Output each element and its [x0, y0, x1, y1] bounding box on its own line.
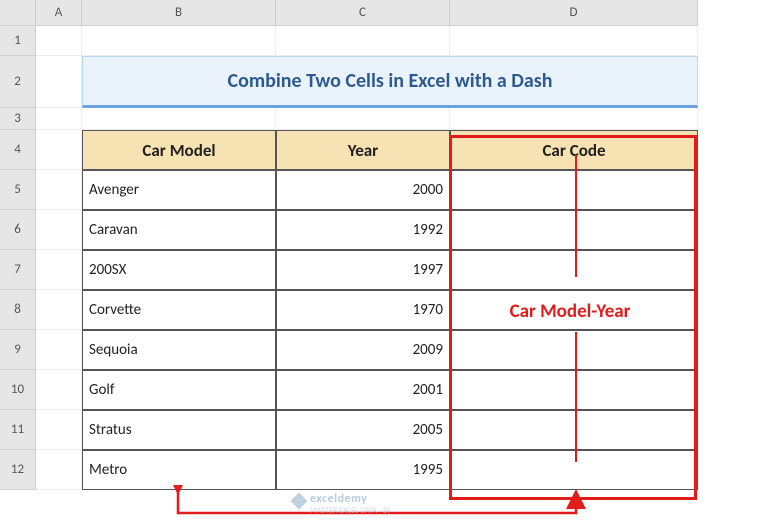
cell-a8[interactable]	[36, 290, 82, 330]
cell-model-12[interactable]: Metro	[82, 450, 276, 490]
watermark-subtitle: MASTER EXCEL DATA - BI	[310, 506, 389, 516]
col-header-b[interactable]: B	[82, 0, 276, 26]
row-header-1[interactable]: 1	[0, 26, 36, 56]
cell-year-12[interactable]: 1995	[276, 450, 450, 490]
cell-model-10[interactable]: Golf	[82, 370, 276, 410]
cell-model-5[interactable]: Avenger	[82, 170, 276, 210]
row-header-8[interactable]: 8	[0, 290, 36, 330]
cell-year-11[interactable]: 2005	[276, 410, 450, 450]
row-header-6[interactable]: 6	[0, 210, 36, 250]
cell-model-9[interactable]: Sequoia	[82, 330, 276, 370]
connector-arrows	[36, 485, 736, 531]
row-header-11[interactable]: 11	[0, 410, 36, 450]
row-header-10[interactable]: 10	[0, 370, 36, 410]
cell-a3[interactable]	[36, 108, 82, 130]
cell-model-11[interactable]: Stratus	[82, 410, 276, 450]
cell-a6[interactable]	[36, 210, 82, 250]
cell-code-6[interactable]	[450, 210, 698, 250]
row-header-2[interactable]: 2	[0, 56, 36, 108]
cell-c3[interactable]	[276, 108, 450, 130]
cell-a11[interactable]	[36, 410, 82, 450]
row-header-3[interactable]: 3	[0, 108, 36, 130]
cell-model-8[interactable]: Corvette	[82, 290, 276, 330]
select-all-corner[interactable]	[0, 0, 36, 26]
cell-year-10[interactable]: 2001	[276, 370, 450, 410]
cell-a5[interactable]	[36, 170, 82, 210]
cell-c1[interactable]	[276, 26, 450, 56]
cell-code-7[interactable]	[450, 250, 698, 290]
spreadsheet-grid: A B C D 1 2 Combine Two Cells in Excel w…	[0, 0, 767, 490]
cell-a12[interactable]	[36, 450, 82, 490]
cell-year-8[interactable]: 1970	[276, 290, 450, 330]
header-car-code[interactable]: Car Code	[450, 130, 698, 170]
row-header-9[interactable]: 9	[0, 330, 36, 370]
cell-code-8[interactable]	[450, 290, 698, 330]
cell-a1[interactable]	[36, 26, 82, 56]
header-year[interactable]: Year	[276, 130, 450, 170]
col-header-a[interactable]: A	[36, 0, 82, 26]
cell-a2[interactable]	[36, 56, 82, 108]
watermark-text: exceldemy	[310, 492, 367, 506]
cell-model-6[interactable]: Caravan	[82, 210, 276, 250]
title-cell[interactable]: Combine Two Cells in Excel with a Dash	[82, 56, 698, 108]
cell-year-7[interactable]: 1997	[276, 250, 450, 290]
cell-model-7[interactable]: 200SX	[82, 250, 276, 290]
cell-year-5[interactable]: 2000	[276, 170, 450, 210]
cell-code-5[interactable]	[450, 170, 698, 210]
cell-a4[interactable]	[36, 130, 82, 170]
cell-code-9[interactable]	[450, 330, 698, 370]
cell-code-11[interactable]	[450, 410, 698, 450]
cell-d3[interactable]	[450, 108, 698, 130]
col-header-d[interactable]: D	[450, 0, 698, 26]
row-header-12[interactable]: 12	[0, 450, 36, 490]
cell-a9[interactable]	[36, 330, 82, 370]
cell-a7[interactable]	[36, 250, 82, 290]
header-car-model[interactable]: Car Model	[82, 130, 276, 170]
row-header-5[interactable]: 5	[0, 170, 36, 210]
cell-b1[interactable]	[82, 26, 276, 56]
cell-code-12[interactable]	[450, 450, 698, 490]
cell-year-6[interactable]: 1992	[276, 210, 450, 250]
cell-a10[interactable]	[36, 370, 82, 410]
cell-d1[interactable]	[450, 26, 698, 56]
col-header-c[interactable]: C	[276, 0, 450, 26]
watermark-logo-icon	[291, 493, 308, 510]
row-header-4[interactable]: 4	[0, 130, 36, 170]
row-header-7[interactable]: 7	[0, 250, 36, 290]
cell-year-9[interactable]: 2009	[276, 330, 450, 370]
cell-code-10[interactable]	[450, 370, 698, 410]
cell-b3[interactable]	[82, 108, 276, 130]
